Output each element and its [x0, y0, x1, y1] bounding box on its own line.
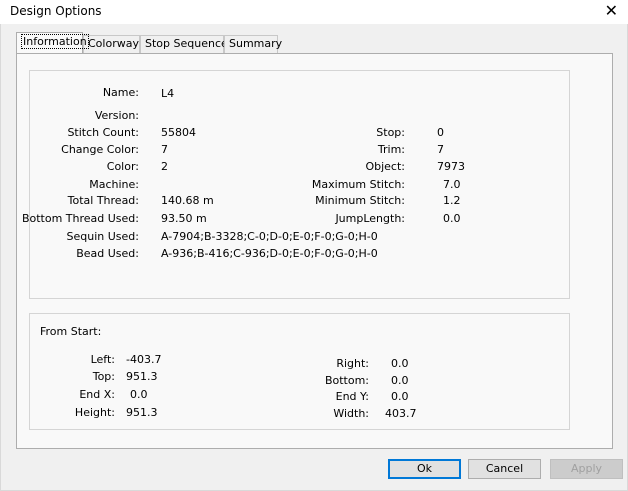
- top-value: 951.3: [126, 370, 158, 383]
- tab-colorway[interactable]: Colorway: [83, 35, 140, 53]
- cancel-button[interactable]: Cancel: [468, 459, 541, 479]
- right-value: 0.0: [391, 357, 409, 370]
- trim-value: 7: [437, 143, 444, 156]
- color-label: Color:: [106, 160, 139, 173]
- object-value: 7973: [437, 160, 465, 173]
- right-label: Right:: [336, 357, 369, 370]
- bead-value: A-936;B-416;C-936;D-0;E-0;F-0;G-0;H-0: [161, 247, 378, 260]
- top-label: Top:: [92, 370, 115, 383]
- total-thread-value: 140.68 m: [161, 194, 214, 207]
- end-y-label: End Y:: [335, 390, 369, 403]
- stitch-count-value: 55804: [161, 126, 196, 139]
- max-stitch-label: Maximum Stitch:: [311, 178, 405, 191]
- end-x-label: End X:: [79, 388, 115, 401]
- sequin-label: Sequin Used:: [66, 230, 139, 243]
- end-y-value: 0.0: [391, 390, 409, 403]
- from-start-heading: From Start:: [40, 325, 102, 338]
- trim-label: Trim:: [377, 143, 405, 156]
- width-label: Width:: [333, 407, 369, 420]
- version-label: Version:: [94, 109, 139, 122]
- name-value: L4: [161, 87, 175, 100]
- color-value: 2: [161, 160, 168, 173]
- end-x-value: 0.0: [130, 388, 148, 401]
- total-thread-label: Total Thread:: [67, 194, 139, 207]
- name-label: Name:: [102, 86, 139, 99]
- jump-length-label: JumpLength:: [335, 212, 405, 225]
- bottom-thread-label: Bottom Thread Used:: [21, 212, 139, 225]
- stop-label: Stop:: [376, 126, 405, 139]
- max-stitch-value: 7.0: [443, 178, 461, 191]
- left-label: Left:: [90, 353, 115, 366]
- machine-label: Machine:: [89, 178, 139, 191]
- width-value: 403.7: [385, 407, 417, 420]
- change-color-value: 7: [161, 143, 168, 156]
- stop-value: 0: [437, 126, 444, 139]
- left-value: -403.7: [126, 353, 162, 366]
- close-icon[interactable]: ✕: [605, 1, 618, 20]
- bead-label: Bead Used:: [76, 247, 139, 260]
- change-color-label: Change Color:: [61, 143, 139, 156]
- apply-button[interactable]: Apply: [550, 459, 623, 479]
- bottom-thread-value: 93.50 m: [161, 212, 207, 225]
- stitch-count-label: Stitch Count:: [67, 126, 139, 139]
- tab-information[interactable]: Information: [16, 32, 89, 53]
- object-label: Object:: [365, 160, 405, 173]
- jump-length-value: 0.0: [443, 212, 461, 225]
- height-value: 951.3: [126, 406, 158, 419]
- bottom-label: Bottom:: [324, 374, 369, 387]
- title-bar: Design Options ✕: [0, 0, 628, 24]
- height-label: Height:: [74, 406, 115, 419]
- sequin-value: A-7904;B-3328;C-0;D-0;E-0;F-0;G-0;H-0: [161, 230, 378, 243]
- min-stitch-label: Minimum Stitch:: [315, 194, 405, 207]
- min-stitch-value: 1.2: [443, 194, 461, 207]
- tab-stop-sequence[interactable]: Stop Sequence: [140, 35, 228, 53]
- window-title: Design Options: [10, 4, 102, 18]
- tab-summary[interactable]: Summary: [224, 35, 282, 53]
- bottom-value: 0.0: [391, 374, 409, 387]
- tab-information-label: Information: [21, 34, 89, 49]
- ok-button[interactable]: Ok: [388, 459, 461, 479]
